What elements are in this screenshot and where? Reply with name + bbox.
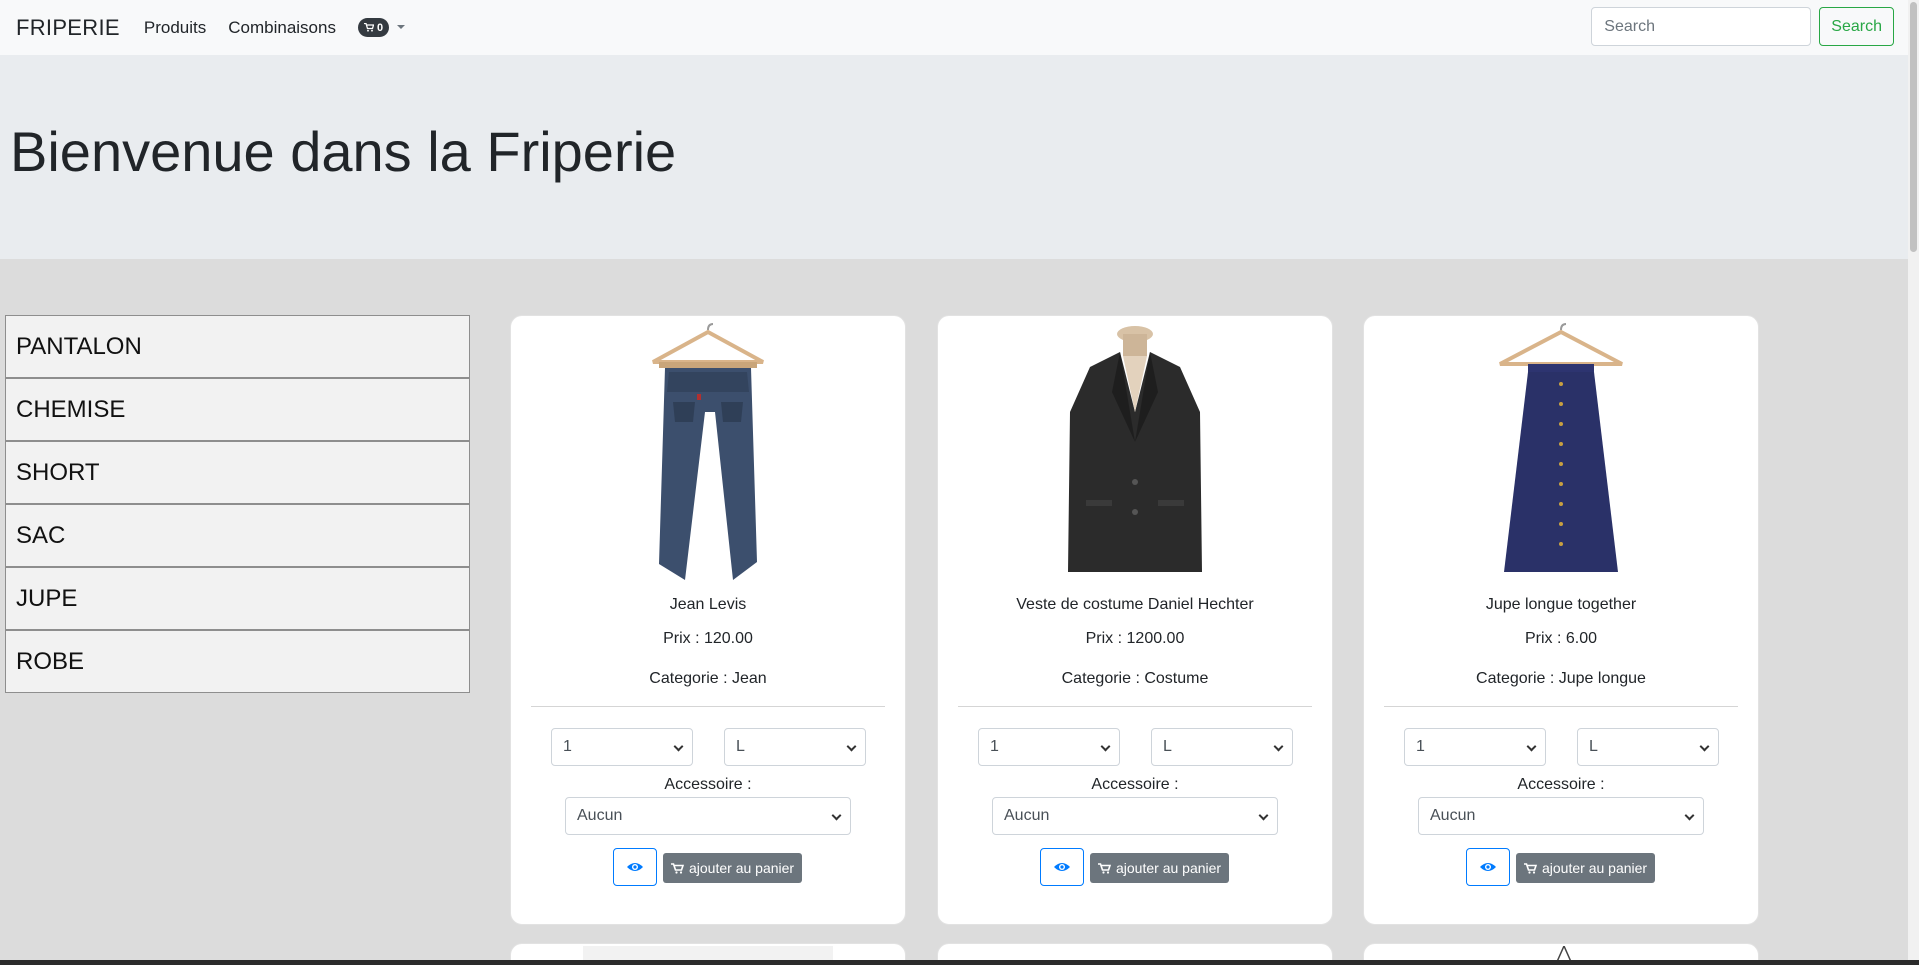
add-to-cart-button[interactable]: ajouter au panier — [1516, 853, 1656, 883]
cart-count: 0 — [376, 21, 384, 34]
view-button[interactable] — [1466, 848, 1510, 886]
quantity-value: 1 — [563, 738, 572, 755]
category-sac[interactable]: SAC — [5, 504, 470, 567]
category-chemise[interactable]: CHEMISE — [5, 378, 470, 441]
nav-link-combinaisons[interactable]: Combinaisons — [228, 18, 336, 38]
product-name: Jupe longue together — [1485, 596, 1637, 613]
accessory-label: Accessoire : — [664, 776, 752, 793]
category-pantalon[interactable]: PANTALON — [5, 315, 470, 378]
chevron-down-icon — [673, 741, 684, 752]
product-price: Prix : 1200.00 — [1085, 630, 1185, 647]
jeans-image — [652, 323, 764, 580]
eye-icon — [1480, 863, 1496, 871]
eye-icon — [627, 863, 643, 871]
product-category: Categorie : Jupe longue — [1476, 670, 1646, 687]
search-form: Search — [1591, 7, 1894, 46]
chevron-down-icon — [1526, 741, 1537, 752]
scrollbar-thumb[interactable] — [1910, 2, 1917, 252]
eye-icon — [1054, 863, 1070, 871]
chevron-down-icon — [1258, 810, 1269, 821]
cart-icon — [1524, 862, 1537, 874]
accessory-select[interactable]: Aucun — [1418, 797, 1704, 835]
product-card: Jupe longue together Prix : 6.00 Categor… — [1363, 315, 1759, 925]
add-to-cart-label: ajouter au panier — [1116, 860, 1222, 876]
quantity-select[interactable]: 1 — [1404, 728, 1546, 766]
add-to-cart-label: ajouter au panier — [1542, 860, 1648, 876]
product-price: Prix : 6.00 — [1524, 630, 1598, 647]
add-to-cart-button[interactable]: ajouter au panier — [663, 853, 803, 883]
view-button[interactable] — [613, 848, 657, 886]
category-robe[interactable]: ROBE — [5, 630, 470, 693]
chevron-down-icon — [1684, 810, 1695, 821]
divider — [1384, 706, 1738, 707]
divider — [531, 706, 885, 707]
chevron-down-icon — [1699, 741, 1710, 752]
hero-banner: Bienvenue dans la Friperie — [0, 55, 1908, 259]
cart-icon — [1098, 862, 1111, 874]
cart-icon — [671, 862, 684, 874]
caret-down-icon — [397, 24, 406, 29]
add-to-cart-label: ajouter au panier — [689, 860, 795, 876]
size-select[interactable]: L — [1151, 728, 1293, 766]
scrollbar[interactable] — [1908, 0, 1919, 965]
quantity-value: 1 — [1416, 738, 1425, 755]
accessory-select[interactable]: Aucun — [992, 797, 1278, 835]
category-short[interactable]: SHORT — [5, 441, 470, 504]
brand-logo[interactable]: FRIPERIE — [16, 15, 120, 41]
product-card: Jean Levis Prix : 120.00 Categorie : Jea… — [510, 315, 906, 925]
product-name: Veste de costume Daniel Hechter — [1016, 596, 1254, 613]
cart-icon — [363, 23, 374, 32]
category-sidebar: PANTALON CHEMISE SHORT SAC JUPE ROBE — [5, 315, 470, 693]
size-value: L — [1589, 738, 1598, 755]
long-skirt-image — [1499, 323, 1623, 572]
view-button[interactable] — [1040, 848, 1084, 886]
size-select[interactable]: L — [724, 728, 866, 766]
accessory-value: Aucun — [1430, 807, 1476, 824]
cart-badge: 0 — [357, 18, 390, 37]
search-button[interactable]: Search — [1819, 7, 1894, 46]
product-price: Prix : 120.00 — [663, 630, 753, 647]
chevron-down-icon — [1100, 741, 1111, 752]
product-card: Veste de costume Daniel Hechter Prix : 1… — [937, 315, 1333, 925]
size-value: L — [1163, 738, 1172, 755]
page-title: Bienvenue dans la Friperie — [10, 120, 677, 183]
size-select[interactable]: L — [1577, 728, 1719, 766]
accessory-value: Aucun — [1004, 807, 1050, 824]
quantity-select[interactable]: 1 — [551, 728, 693, 766]
product-category: Categorie : Jean — [649, 670, 767, 687]
chevron-down-icon — [831, 810, 842, 821]
accessory-value: Aucun — [577, 807, 623, 824]
accessory-select[interactable]: Aucun — [565, 797, 851, 835]
cart-dropdown-toggle[interactable]: 0 — [357, 18, 406, 37]
bottom-strip — [0, 960, 1919, 965]
accessory-label: Accessoire : — [1091, 776, 1179, 793]
product-category: Categorie : Costume — [1061, 670, 1209, 687]
accessory-label: Accessoire : — [1517, 776, 1605, 793]
category-jupe[interactable]: JUPE — [5, 567, 470, 630]
suit-jacket-image — [1068, 326, 1202, 572]
quantity-value: 1 — [990, 738, 999, 755]
nav-link-produits[interactable]: Produits — [144, 18, 206, 38]
add-to-cart-button[interactable]: ajouter au panier — [1090, 853, 1230, 883]
chevron-down-icon — [1273, 741, 1284, 752]
search-input[interactable] — [1591, 7, 1812, 46]
quantity-select[interactable]: 1 — [978, 728, 1120, 766]
product-name: Jean Levis — [669, 596, 747, 613]
size-value: L — [736, 738, 745, 755]
chevron-down-icon — [846, 741, 857, 752]
divider — [958, 706, 1312, 707]
navbar: FRIPERIE Produits Combinaisons 0 Search — [0, 0, 1908, 55]
